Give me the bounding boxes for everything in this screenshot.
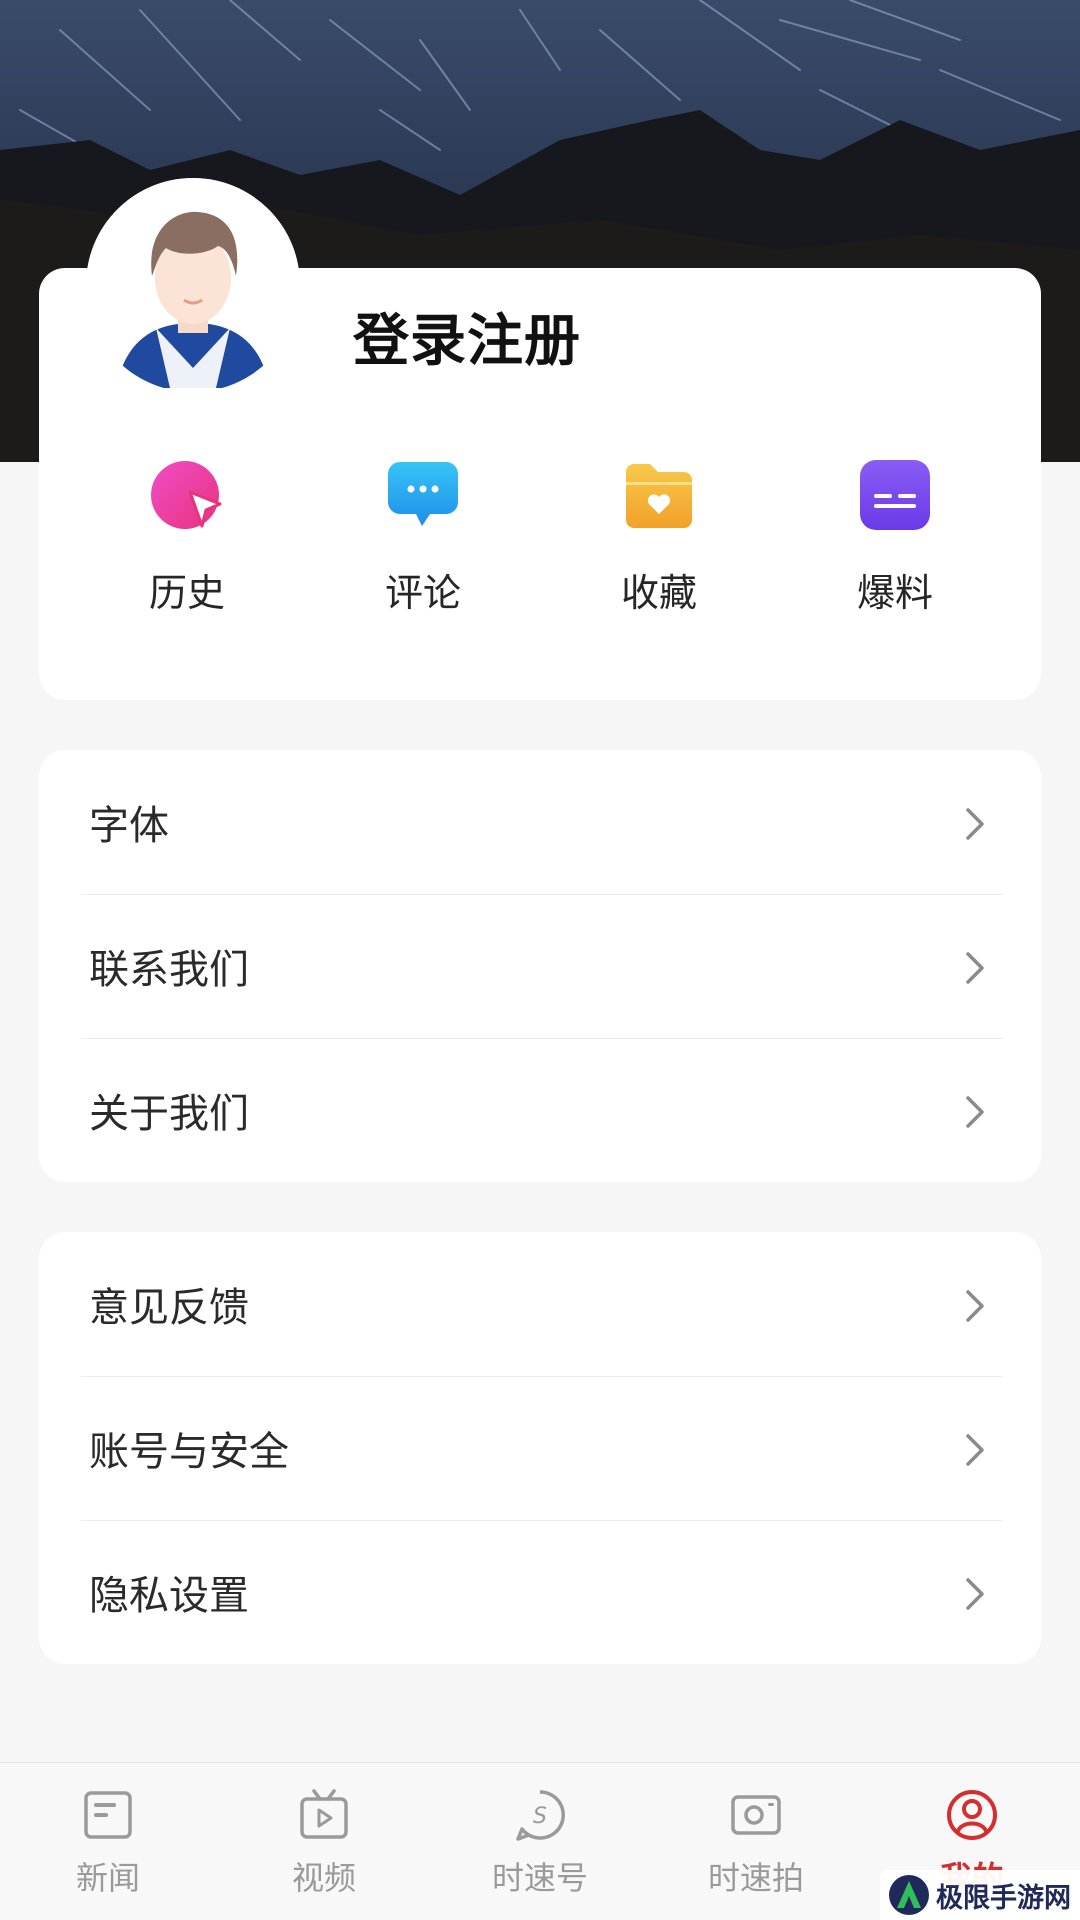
quick-action-label: 评论 [384, 571, 461, 615]
profile-icon [947, 1790, 997, 1840]
quick-action-label: 历史 [148, 571, 225, 615]
nav-tab-label: 时速号 [491, 1859, 588, 1897]
chevron-right-icon [966, 1290, 984, 1322]
shisuhao-icon: S [516, 1790, 565, 1841]
menu-item-label: 隐私设置 [89, 1573, 249, 1619]
menu-item-feedback[interactable]: 意见反馈 [39, 1232, 1041, 1376]
menu-item-privacy-settings[interactable]: 隐私设置 [39, 1520, 1041, 1664]
svg-text:S: S [533, 1804, 547, 1829]
camera-icon [731, 1795, 781, 1835]
user-avatar[interactable] [86, 178, 300, 392]
watermark-logo-icon [889, 1875, 929, 1915]
menu-item-label: 字体 [89, 803, 169, 849]
menu-item-label: 关于我们 [89, 1091, 249, 1137]
nav-tab-label: 视频 [291, 1859, 356, 1897]
chevron-right-icon [966, 1096, 984, 1128]
settings-group-1: 字体 联系我们 关于我们 [39, 750, 1041, 1182]
quick-action-label: 收藏 [620, 571, 697, 615]
quick-action-comment[interactable]: 评论 [305, 458, 541, 618]
avatar-icon [86, 178, 300, 392]
chevron-right-icon [966, 952, 984, 984]
menu-item-about-us[interactable]: 关于我们 [39, 1038, 1041, 1182]
favorite-folder-icon [626, 464, 692, 528]
video-icon [300, 1789, 348, 1839]
login-register-link[interactable]: 登录注册 [353, 296, 581, 377]
nav-tab-shisuhao[interactable]: S 时速号 [432, 1763, 648, 1920]
chevron-right-icon [966, 1578, 984, 1610]
quick-action-label: 爆料 [856, 571, 933, 615]
quick-action-favorite[interactable]: 收藏 [541, 458, 777, 618]
nav-tab-label: 新闻 [75, 1859, 140, 1897]
chevron-right-icon [966, 808, 984, 840]
menu-item-label: 联系我们 [89, 947, 249, 993]
history-icon [151, 461, 222, 529]
nav-tab-video[interactable]: 视频 [216, 1763, 432, 1920]
menu-item-account-security[interactable]: 账号与安全 [39, 1376, 1041, 1520]
menu-item-font[interactable]: 字体 [39, 750, 1041, 894]
nav-tab-shisupai[interactable]: 时速拍 [648, 1763, 864, 1920]
menu-item-contact-us[interactable]: 联系我们 [39, 894, 1041, 1038]
settings-group-2: 意见反馈 账号与安全 隐私设置 [39, 1232, 1041, 1664]
news-icon [84, 1791, 132, 1839]
chevron-right-icon [966, 1434, 984, 1466]
nav-tab-news[interactable]: 新闻 [0, 1763, 216, 1920]
menu-item-label: 账号与安全 [89, 1429, 289, 1475]
watermark-text: 极限手游网 [936, 1882, 1071, 1914]
quick-action-history[interactable]: 历史 [69, 458, 305, 618]
comment-icon [388, 462, 458, 526]
nav-tab-label: 时速拍 [707, 1859, 804, 1897]
site-watermark: 极限手游网 [880, 1870, 1080, 1920]
menu-item-label: 意见反馈 [89, 1285, 249, 1331]
report-icon [860, 460, 930, 530]
quick-actions: 历史 评论 收藏 爆料 [39, 458, 1041, 618]
quick-action-report[interactable]: 爆料 [777, 458, 1013, 618]
